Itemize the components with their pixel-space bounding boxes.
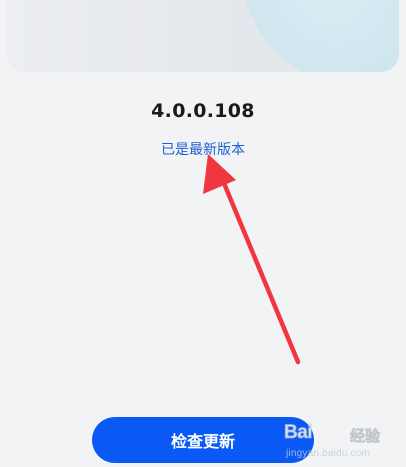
hero-decoration [243, 0, 399, 72]
baidu-jingyan-watermark: Bai 经验 jingyan.baidu.com [284, 414, 404, 464]
check-update-button[interactable]: 检查更新 [92, 417, 314, 463]
update-status-text: 已是最新版本 [161, 142, 245, 158]
watermark-text: 经验 [350, 427, 381, 446]
version-number: 4.0.0.108 [151, 100, 255, 122]
about-screen: 4.0.0.108 已是最新版本 检查更新 Bai 经验 jingyan.bai… [0, 0, 406, 467]
app-hero-banner [7, 0, 399, 72]
watermark-url: jingyan.baidu.com [286, 448, 371, 459]
watermark-logo: Bai [284, 422, 313, 444]
